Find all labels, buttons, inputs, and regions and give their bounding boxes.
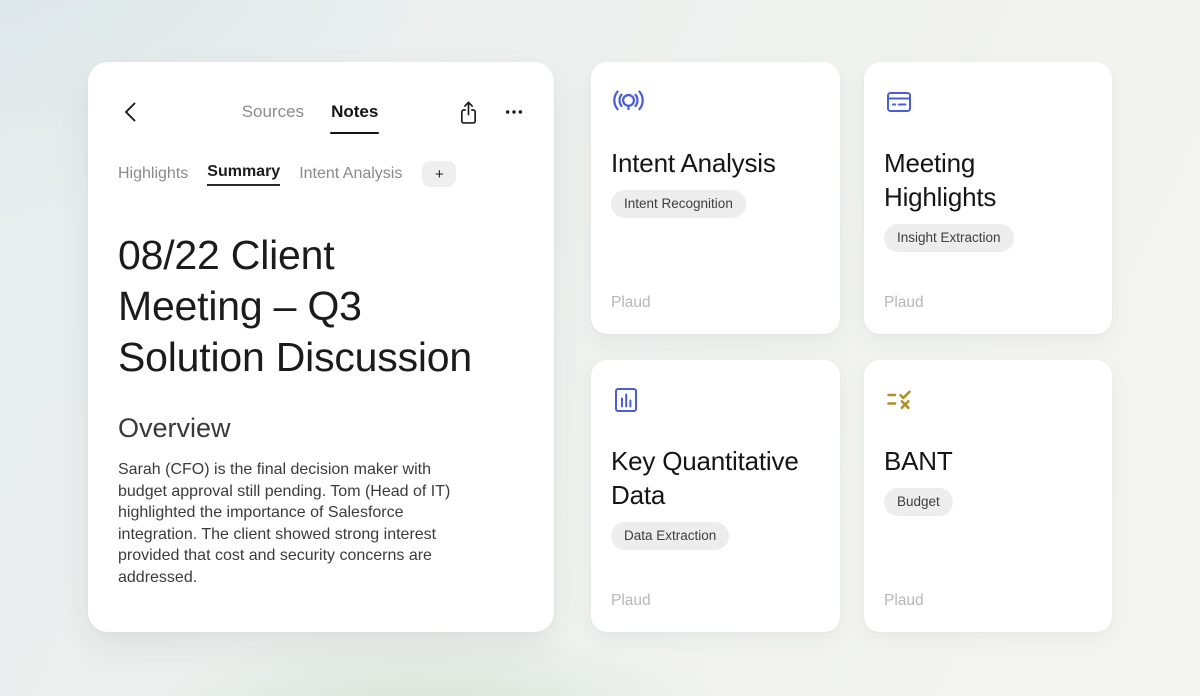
card-title: Meeting Highlights	[884, 146, 1092, 214]
template-card-intent-analysis[interactable]: Intent Analysis Intent Recognition Plaud	[591, 62, 840, 334]
section-tab-highlights[interactable]: Highlights	[118, 165, 188, 183]
card-source-label: Plaud	[611, 592, 651, 610]
card-title: BANT	[884, 444, 953, 478]
bar-chart-icon	[611, 386, 641, 414]
intent-broadcast-icon	[611, 88, 646, 116]
checklist-check-x-icon	[884, 386, 915, 414]
card-tag: Data Extraction	[611, 522, 729, 550]
card-source-label: Plaud	[611, 294, 651, 312]
chevron-left-icon	[120, 100, 142, 124]
card-source-label: Plaud	[884, 592, 924, 610]
overview-body-text: Sarah (CFO) is the final decision maker …	[118, 459, 479, 588]
note-panel-header: Sources Notes	[88, 62, 554, 126]
template-card-bant[interactable]: BANT Budget Plaud	[864, 360, 1112, 632]
card-title: Intent Analysis	[611, 146, 776, 180]
template-card-key-quantitative-data[interactable]: Key Quantitative Data Data Extraction Pl…	[591, 360, 840, 632]
ellipsis-icon	[504, 102, 524, 122]
share-button[interactable]	[456, 99, 481, 126]
card-tag: Intent Recognition	[611, 190, 746, 218]
tab-sources[interactable]: Sources	[242, 102, 304, 122]
note-panel: Sources Notes Highlights Summary Intent …	[88, 62, 554, 632]
template-card-meeting-highlights[interactable]: Meeting Highlights Insight Extraction Pl…	[864, 62, 1112, 334]
note-title: 08/22 Client Meeting – Q3 Solution Discu…	[118, 230, 484, 383]
card-tag: Insight Extraction	[884, 224, 1014, 252]
section-tab-intent-analysis[interactable]: Intent Analysis	[299, 165, 402, 183]
tab-notes[interactable]: Notes	[331, 102, 378, 122]
add-section-tab-button[interactable]: +	[422, 161, 456, 187]
header-actions	[456, 99, 524, 126]
overview-heading: Overview	[118, 410, 524, 446]
window-list-icon	[884, 88, 914, 116]
top-tab-bar: Sources Notes	[242, 102, 379, 122]
share-icon	[456, 99, 481, 126]
note-section-tabs: Highlights Summary Intent Analysis +	[88, 161, 554, 187]
card-source-label: Plaud	[884, 294, 924, 312]
section-tab-summary[interactable]: Summary	[207, 163, 280, 186]
back-button[interactable]	[118, 99, 144, 125]
template-card-grid: Intent Analysis Intent Recognition Plaud…	[591, 62, 1112, 632]
card-tag: Budget	[884, 488, 953, 516]
more-button[interactable]	[504, 102, 524, 122]
card-title: Key Quantitative Data	[611, 444, 820, 512]
